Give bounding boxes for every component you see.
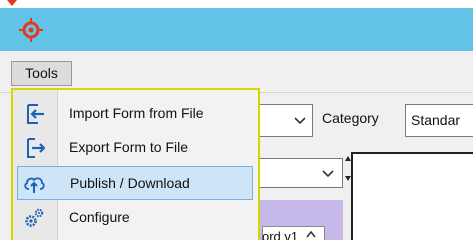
menu-item-import-form[interactable]: Import Form from File bbox=[13, 97, 258, 131]
cloud-upload-icon bbox=[24, 177, 45, 193]
title-bar bbox=[0, 8, 473, 51]
preview-canvas bbox=[351, 152, 473, 240]
gears-icon bbox=[25, 208, 44, 227]
chevron-up-icon[interactable] bbox=[305, 229, 317, 239]
menu-item-configure[interactable]: Configure bbox=[13, 201, 258, 235]
crosshair-app-icon bbox=[19, 18, 43, 42]
menu-item-label: Export Form to File bbox=[69, 139, 189, 155]
chevron-down-icon bbox=[294, 117, 306, 125]
category-label: Category bbox=[322, 110, 379, 126]
menu-item-label: Configure bbox=[69, 209, 130, 225]
app-window: Tools Category Standar ord v1 Import For… bbox=[0, 0, 473, 240]
top-strip bbox=[0, 0, 473, 8]
export-icon bbox=[27, 138, 45, 158]
menu-item-label: Import Form from File bbox=[69, 105, 204, 121]
menu-item-publish-download[interactable]: Publish / Download bbox=[17, 166, 253, 200]
form-tab-label: ord v1 bbox=[262, 229, 299, 240]
import-icon bbox=[27, 104, 44, 124]
menu-item-label: Publish / Download bbox=[70, 175, 190, 191]
menu-tools[interactable]: Tools bbox=[11, 61, 72, 86]
chevron-down-icon bbox=[322, 170, 334, 178]
splitter[interactable] bbox=[343, 150, 351, 240]
menu-item-export-form[interactable]: Export Form to File bbox=[13, 131, 258, 165]
category-select[interactable]: Standar bbox=[405, 104, 473, 137]
pin-icon bbox=[7, 0, 17, 6]
secondary-select[interactable] bbox=[255, 158, 343, 188]
